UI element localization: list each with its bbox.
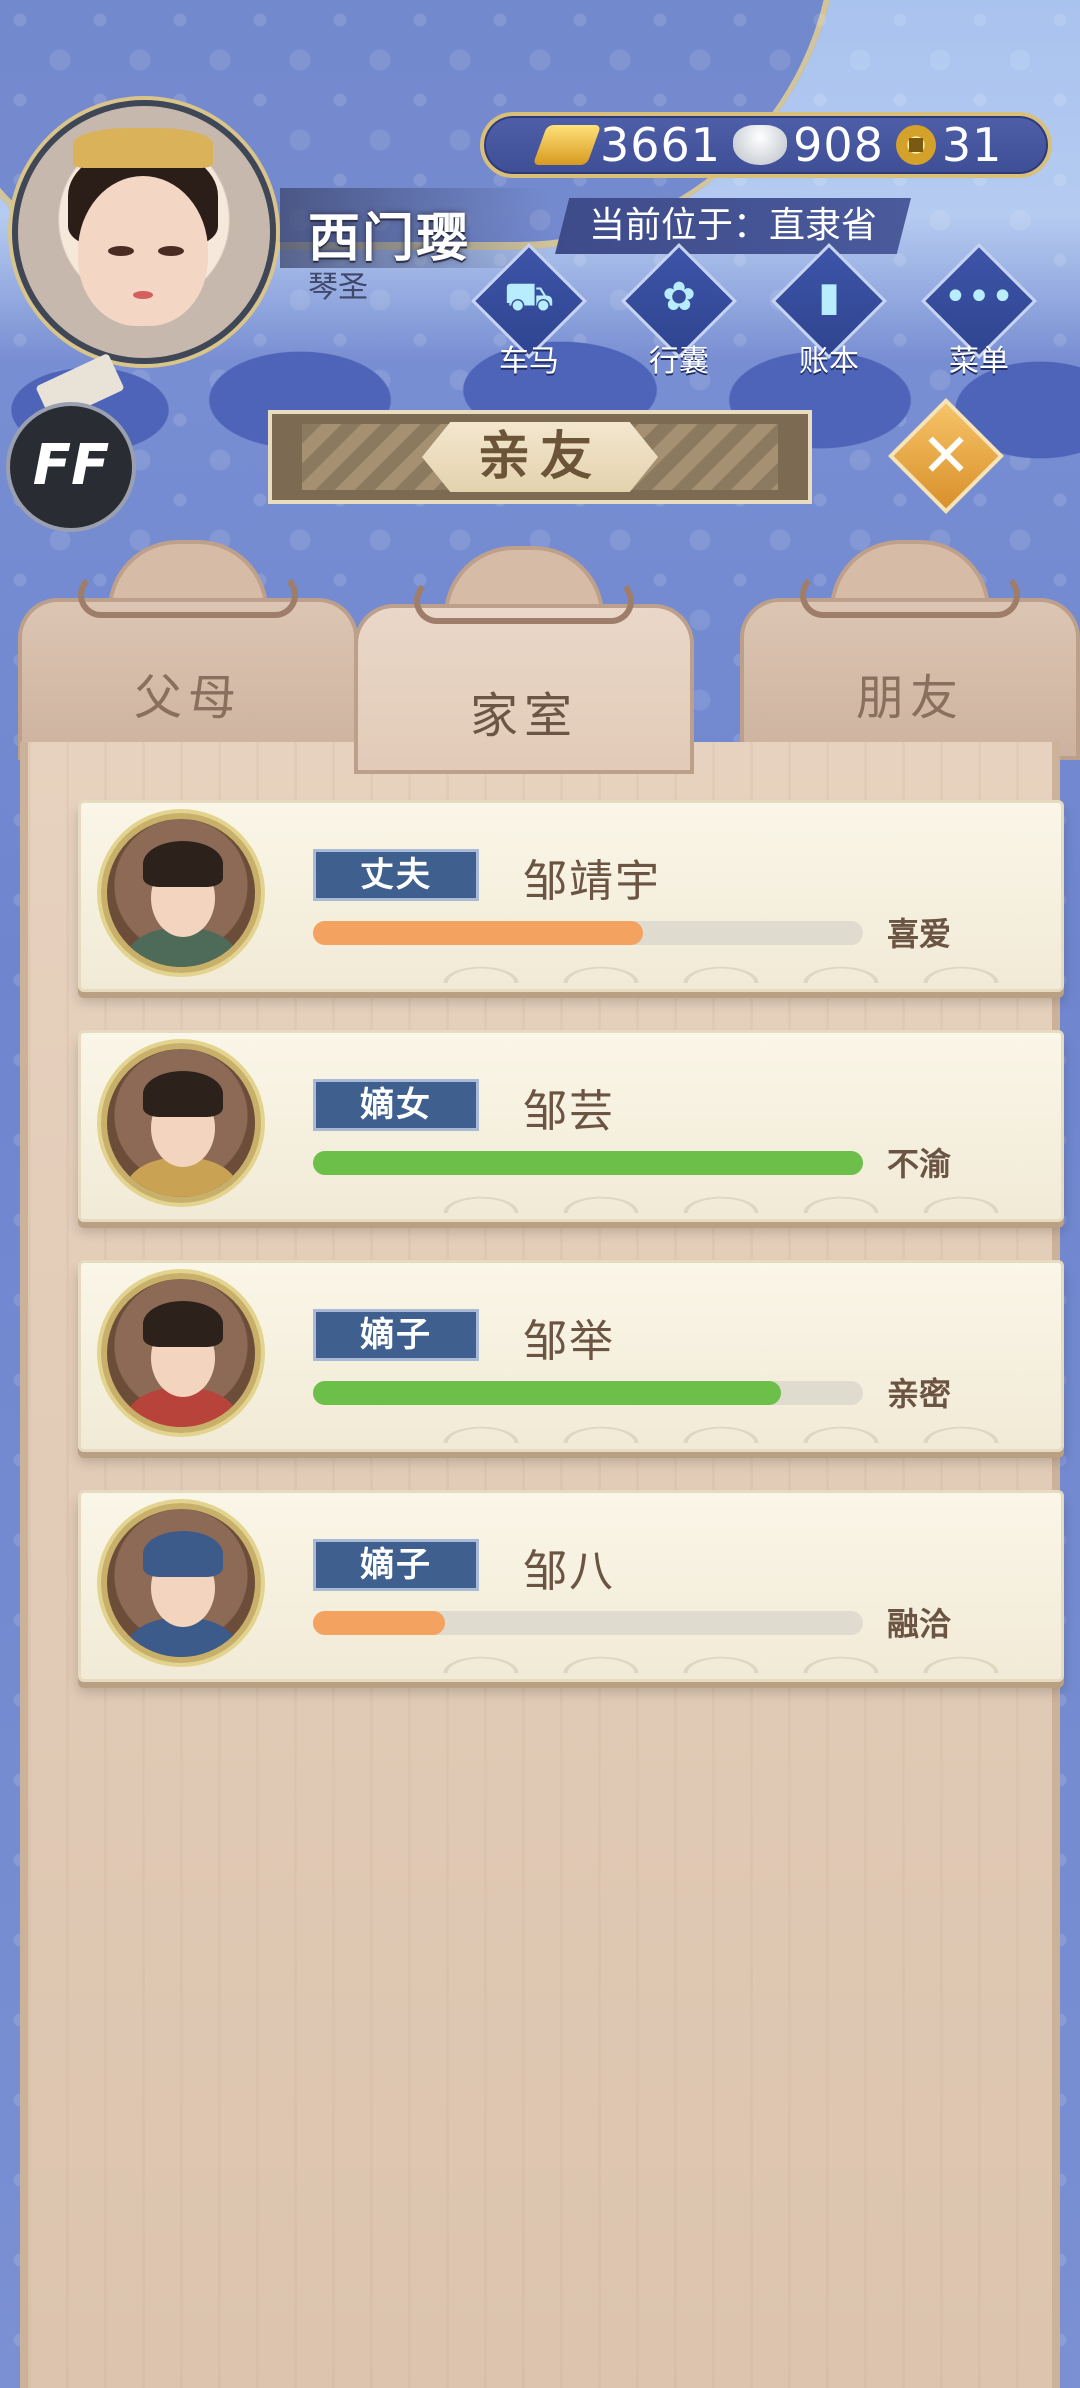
family-list-panel: 丈夫 邹靖宇 喜爱 嫡女 邹芸 不渝 嫡子 邹举 亲密 嫡子 邹八 融洽 [20,742,1064,2388]
coin-amount: 31 [941,118,1003,172]
tab-label: 朋友 [855,670,964,726]
player-title: 琴圣 [308,270,368,305]
relation-tag: 丈夫 [313,849,479,901]
affinity-bar [313,921,863,945]
family-member-card[interactable]: 嫡子 邹举 亲密 [78,1260,1064,1452]
copper-coin-icon [895,125,936,165]
player-avatar[interactable] [12,100,276,364]
family-member-card[interactable]: 丈夫 邹靖宇 喜爱 [78,800,1064,992]
affinity-bar [313,1611,863,1635]
silver-currency: 908 [733,118,884,172]
family-member-card[interactable]: 嫡子 邹八 融洽 [78,1490,1064,1682]
member-name: 邹八 [523,1546,615,1597]
carriage-button[interactable]: ⛟ 车马 [471,243,587,379]
silver-amount: 908 [793,118,884,172]
tab-label: 父母 [133,670,242,726]
member-portrait [101,1043,261,1203]
tab-family[interactable]: 家室 [354,546,694,774]
portrait-hair [143,1071,223,1117]
affinity-status: 不渝 [887,1145,952,1183]
menu-icon: ••• [943,274,1015,320]
avatar-eye [158,246,184,256]
family-member-card[interactable]: 嫡女 邹芸 不渝 [78,1030,1064,1222]
relation-tag: 嫡女 [313,1079,479,1131]
player-name: 西门璎 [308,209,471,269]
member-portrait [101,813,261,973]
cloud-swirl-icon [414,578,634,624]
silver-ingot-icon [733,125,788,165]
title-banner: 亲友 [268,410,812,504]
member-name: 邹举 [523,1316,615,1367]
relation-tag: 嫡子 [313,1309,479,1361]
avatar-face [78,176,208,326]
affinity-fill [313,1151,863,1175]
member-portrait [101,1503,261,1663]
carriage-label: 车马 [499,344,559,379]
tab-label: 家室 [469,688,578,744]
affinity-fill [313,921,643,945]
bag-button[interactable]: ✿ 行囊 [621,243,737,379]
portrait-hair [143,841,223,887]
affinity-bar [313,1381,863,1405]
avatar-eye [108,246,134,256]
portrait-hood [143,1531,223,1577]
bag-label: 行囊 [649,344,709,379]
bag-icon: ✿ [662,274,696,320]
gold-currency: 3661 [532,118,722,172]
tab-friends[interactable]: 朋友 [740,540,1080,760]
gold-amount: 3661 [600,118,722,172]
avatar-mouth [133,291,153,299]
affinity-status: 融洽 [887,1605,952,1643]
gold-ingot-icon [532,125,602,165]
currency-bar: 3661 908 31 [480,112,1052,178]
member-name: 邹靖宇 [523,856,661,907]
page-title: 亲友 [422,422,658,492]
carriage-icon: ⛟ [503,274,555,320]
coin-currency: 31 [895,118,1003,172]
cloud-swirl-icon [800,572,1020,618]
close-icon: ✕ [920,421,972,491]
ledger-label: 账本 [799,344,859,379]
tab-parents[interactable]: 父母 [18,540,358,760]
menu-label: 菜单 [949,344,1009,379]
cloud-swirl-icon [78,572,298,618]
location-label: 当前位于：直隶省 [555,198,911,254]
ledger-icon: ▮ [817,274,840,320]
affinity-status: 亲密 [887,1375,952,1413]
ff-button[interactable]: FF [6,402,136,532]
affinity-fill [313,1611,445,1635]
affinity-status: 喜爱 [887,915,952,953]
member-name: 邹芸 [523,1086,615,1137]
affinity-fill [313,1381,781,1405]
member-portrait [101,1273,261,1433]
menu-button[interactable]: ••• 菜单 [921,243,1037,379]
relation-tag: 嫡子 [313,1539,479,1591]
avatar-headdress [73,128,213,168]
ledger-button[interactable]: ▮ 账本 [771,243,887,379]
portrait-hair [143,1301,223,1347]
affinity-bar [313,1151,863,1175]
